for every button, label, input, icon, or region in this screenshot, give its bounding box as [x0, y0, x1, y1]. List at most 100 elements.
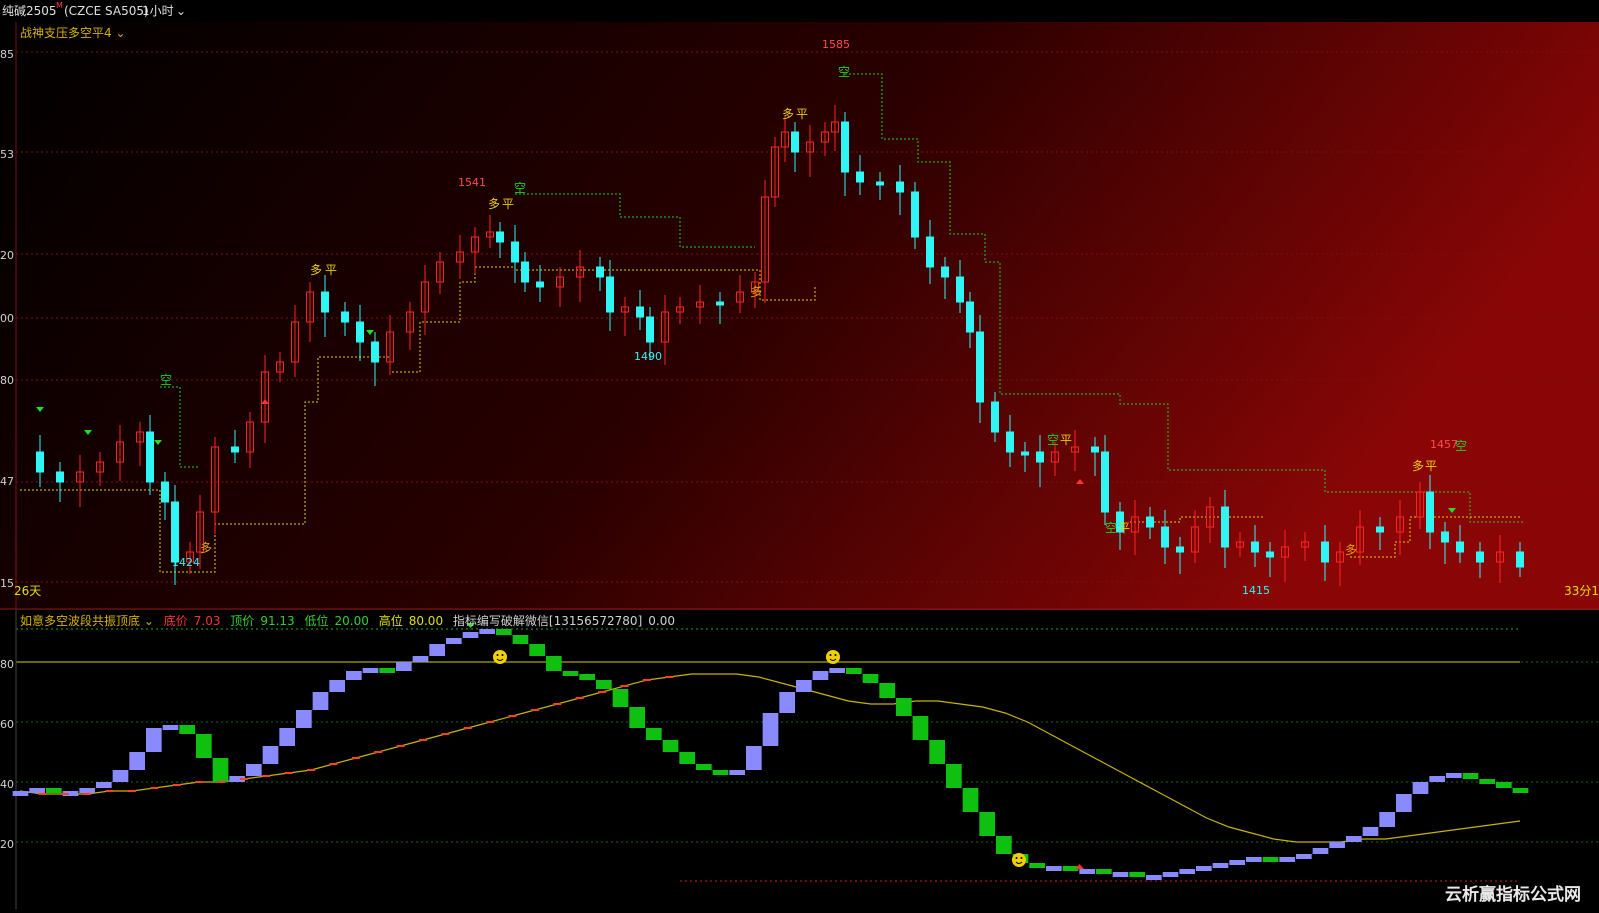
- candle-down: [911, 191, 919, 238]
- oscillator-bar: [1196, 866, 1212, 871]
- param-value: 0.00: [648, 614, 675, 628]
- param-label: 高位: [378, 614, 403, 628]
- oscillator-bar: [1446, 773, 1462, 778]
- oscillator-bar: [446, 638, 462, 644]
- time-remaining-label: 33分1: [1564, 584, 1599, 598]
- smiley-eye: [496, 654, 499, 656]
- smiley-eye: [834, 654, 837, 656]
- slow-line-highlight: [441, 733, 450, 735]
- candle-down: [231, 446, 239, 453]
- oscillator-bar: [79, 788, 95, 793]
- oscillator-bar: [1479, 779, 1495, 784]
- slow-line-highlight: [553, 703, 562, 705]
- period-selector[interactable]: 1小时: [142, 0, 174, 22]
- flat-signal-label: 平: [1425, 459, 1437, 473]
- flat-signal-label: 平: [1118, 521, 1130, 535]
- slow-line-highlight: [60, 793, 69, 795]
- param-label: 指标编写破解微信[13156572780]: [452, 614, 643, 628]
- symbol-name[interactable]: 纯碱2505: [2, 0, 57, 22]
- oscillator-bar: [29, 788, 45, 793]
- oscillator-bar: [596, 680, 612, 689]
- candle-down: [596, 266, 604, 278]
- long-signal-label: 多: [1345, 543, 1357, 557]
- candle-down: [606, 276, 614, 313]
- price-label-low: 1490: [634, 350, 662, 363]
- param-value: 80.00: [408, 614, 444, 628]
- main-chart-panel[interactable]: 1585 1541 1490 1424 1415 1457 多平多平多平多平平平多多多空空空…: [0, 22, 1599, 610]
- oscillator-bar: [162, 725, 179, 730]
- oscillator-bar: [629, 707, 645, 728]
- oscillator-bar: [1029, 863, 1045, 868]
- oscillator-chart[interactable]: [0, 610, 1599, 909]
- param-label: 顶价: [230, 614, 255, 628]
- slow-line-highlight: [665, 676, 674, 678]
- candlestick-chart[interactable]: 158515411490142414151457多 平多 平多 平多 平平平多多多空空空…: [0, 22, 1599, 610]
- price-label-low: 1424: [172, 556, 200, 569]
- candle-down: [36, 451, 44, 473]
- short-signal-label: 空: [1105, 521, 1117, 535]
- slow-line-highlight: [307, 769, 316, 771]
- flat-signal-label: 平: [502, 197, 514, 211]
- chevron-down-icon[interactable]: ⌄: [144, 614, 154, 628]
- oscillator-bar: [1296, 854, 1312, 859]
- oscillator-bar: [1262, 857, 1279, 862]
- slow-line-highlight: [508, 715, 517, 717]
- oscillator-bar: [479, 629, 495, 634]
- oscillator-bar: [862, 674, 879, 683]
- oscillator-bar: [912, 716, 929, 740]
- oscillator-bar: [996, 836, 1012, 854]
- candle-down: [1456, 541, 1464, 553]
- flat-signal-label: 平: [325, 263, 337, 277]
- slow-line-highlight: [598, 691, 607, 693]
- oscillator-bar: [896, 698, 912, 716]
- smiley-eye: [829, 654, 832, 656]
- oscillator-bar: [729, 770, 745, 775]
- watermark: 云析赢指标公式网: [1445, 885, 1581, 905]
- oscillator-bar: [1246, 857, 1262, 862]
- oscillator-title[interactable]: 如意多空波段共振顶底: [20, 614, 140, 628]
- oscillator-panel[interactable]: 如意多空波段共振顶底 ⌄ 底价 7.03 顶价 91.13 低位 20.00 高位 80…: [0, 610, 1599, 909]
- oscillator-title-bar: 如意多空波段共振顶底 ⌄ 底价 7.03 顶价 91.13 低位 20.00 高位 80…: [20, 612, 681, 629]
- candle-down: [171, 501, 179, 563]
- candle-down: [161, 481, 169, 503]
- oscillator-bar: [1096, 869, 1112, 874]
- slow-line-highlight: [239, 778, 248, 780]
- candle-down: [371, 341, 379, 363]
- slow-line-highlight: [127, 790, 136, 792]
- oscillator-bar: [612, 689, 629, 707]
- oscillator-bar: [812, 671, 829, 680]
- candle-down: [1516, 551, 1524, 568]
- long-signal-label: 多: [310, 263, 322, 277]
- chevron-down-icon[interactable]: ⌄: [176, 0, 186, 22]
- smiley-icon: [1012, 853, 1026, 867]
- oscillator-bar: [712, 770, 729, 775]
- slow-line-highlight: [351, 757, 360, 759]
- candle-down: [956, 276, 964, 303]
- oscillator-bar: [1396, 794, 1412, 812]
- price-label-high: 1541: [458, 176, 486, 189]
- oscillator-bar: [929, 740, 945, 764]
- candle-down: [646, 316, 654, 343]
- oscillator-bar: [879, 683, 895, 698]
- candle-down: [1101, 451, 1109, 513]
- candle-down: [1266, 551, 1274, 558]
- smiley-eye: [501, 654, 504, 656]
- oscillator-bar: [296, 710, 312, 728]
- oscillator-bar: [279, 728, 295, 746]
- candle-down: [1176, 546, 1184, 553]
- candle-down: [856, 171, 864, 183]
- slow-line-highlight: [172, 784, 181, 786]
- days-label: 26天: [14, 584, 42, 598]
- chevron-down-icon[interactable]: ⌄: [112, 26, 125, 40]
- oscillator-bar: [412, 656, 429, 662]
- candle-down: [356, 321, 364, 343]
- oscillator-bar: [646, 728, 662, 740]
- slow-line-highlight: [262, 775, 271, 777]
- oscillator-bar: [1346, 836, 1362, 842]
- oscillator-bar: [1179, 869, 1195, 874]
- candle-down: [1161, 526, 1169, 548]
- param-label: 底价: [163, 614, 188, 628]
- indicator-title[interactable]: 战神支压多空平4 ⌄: [20, 24, 126, 41]
- oscillator-bar: [379, 668, 395, 673]
- long-signal-label: 多: [782, 107, 794, 121]
